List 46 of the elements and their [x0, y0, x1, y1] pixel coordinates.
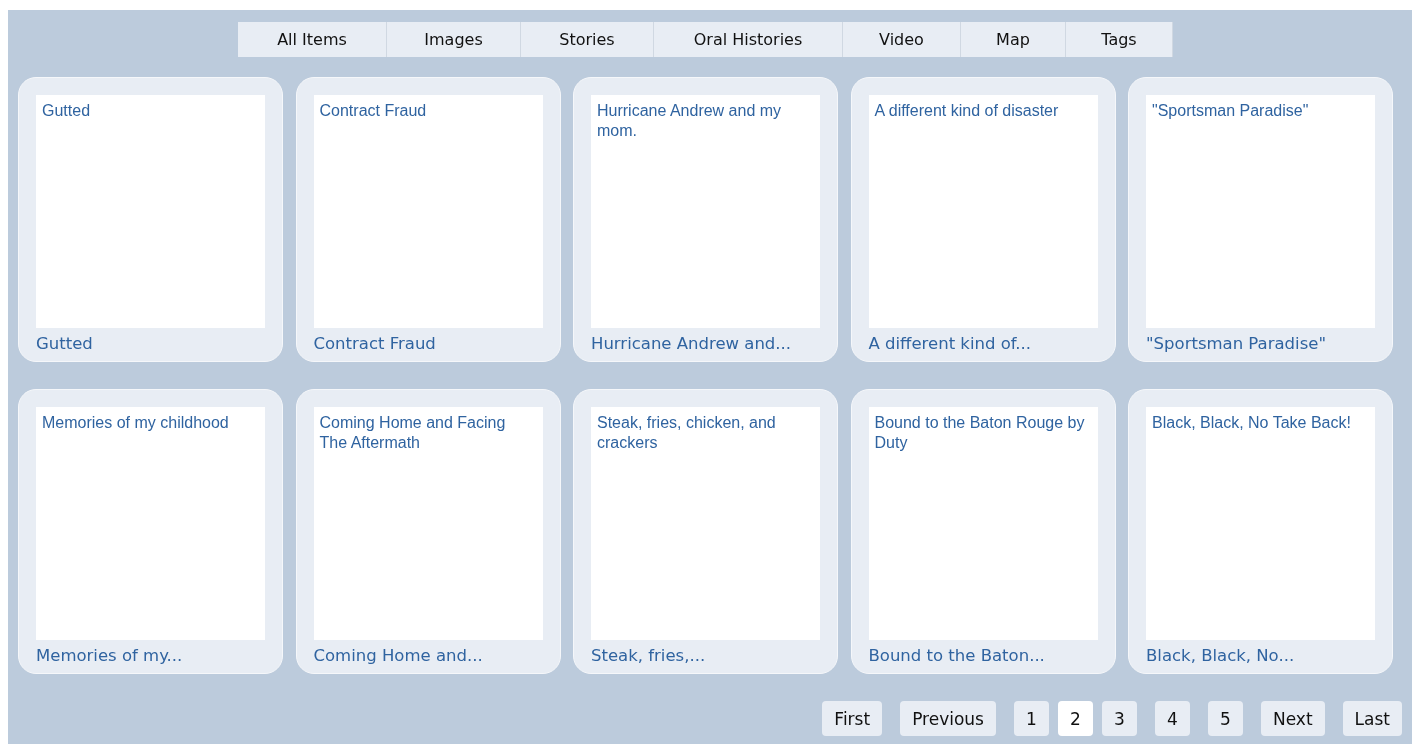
item-caption[interactable]: Hurricane Andrew and...	[591, 334, 820, 353]
thumbnail-title: Memories of my childhood	[36, 407, 265, 640]
tab[interactable]: Stories	[521, 22, 654, 57]
item-card[interactable]: "Sportsman Paradise" "Sportsman Paradise"	[1128, 77, 1393, 362]
thumbnail-title: Hurricane Andrew and my mom.	[591, 95, 820, 328]
item-caption[interactable]: Contract Fraud	[313, 334, 543, 353]
item-card[interactable]: Gutted Gutted	[18, 77, 283, 362]
item-caption[interactable]: Coming Home and...	[313, 646, 543, 665]
item-card[interactable]: A different kind of disaster A different kind of...	[850, 77, 1116, 362]
item-card[interactable]: Contract Fraud Contract Fraud	[295, 77, 561, 362]
item-card[interactable]: Black, Black, No Take Back! Black, Black, No...	[1128, 389, 1393, 674]
item-caption[interactable]: "Sportsman Paradise"	[1146, 334, 1375, 353]
tab[interactable]: Map	[961, 22, 1066, 57]
tab[interactable]: Oral Histories	[654, 22, 843, 57]
page-button[interactable]: 4	[1154, 701, 1190, 736]
thumbnail-title: Gutted	[36, 95, 265, 328]
thumbnail-title: Black, Black, No Take Back!	[1146, 407, 1375, 640]
page-button[interactable]: 3	[1101, 701, 1137, 736]
first-button[interactable]: First	[822, 701, 883, 736]
thumbnail-title: "Sportsman Paradise"	[1146, 95, 1375, 328]
item-card[interactable]: Hurricane Andrew and my mom. Hurricane Andrew and...	[573, 77, 838, 362]
item-card[interactable]: Bound to the Baton Rouge by Duty Bound to the Baton...	[850, 389, 1116, 674]
tab[interactable]: Video	[843, 22, 961, 57]
thumbnail-title: Contract Fraud	[313, 95, 543, 328]
page-button[interactable]: 1	[1013, 701, 1049, 736]
item-caption[interactable]: A different kind of...	[868, 334, 1098, 353]
item-caption[interactable]: Memories of my...	[36, 646, 265, 665]
thumbnail-title: Bound to the Baton Rouge by Duty	[868, 407, 1098, 640]
tab[interactable]: Tags	[1066, 22, 1173, 57]
item-card[interactable]: Coming Home and Facing The Aftermath Coming Home and...	[295, 389, 561, 674]
next-button[interactable]: Next	[1260, 701, 1325, 736]
item-caption[interactable]: Black, Black, No...	[1146, 646, 1375, 665]
thumbnail-title: Coming Home and Facing The Aftermath	[313, 407, 543, 640]
tab[interactable]: Images	[387, 22, 521, 57]
item-card[interactable]: Memories of my childhood Memories of my...	[18, 389, 283, 674]
item-caption[interactable]: Steak, fries,...	[591, 646, 820, 665]
page-button[interactable]: 2	[1057, 701, 1093, 736]
thumbnail-title: A different kind of disaster	[868, 95, 1098, 328]
tab[interactable]: All Items	[238, 22, 387, 57]
page-button[interactable]: 5	[1207, 701, 1243, 736]
thumbnail-title: Steak, fries, chicken, and crackers	[591, 407, 820, 640]
last-button[interactable]: Last	[1342, 701, 1402, 736]
item-card[interactable]: Steak, fries, chicken, and crackers Steak, fries,...	[573, 389, 838, 674]
item-caption[interactable]: Bound to the Baton...	[868, 646, 1098, 665]
item-caption[interactable]: Gutted	[36, 334, 265, 353]
previous-button[interactable]: Previous	[900, 701, 996, 736]
